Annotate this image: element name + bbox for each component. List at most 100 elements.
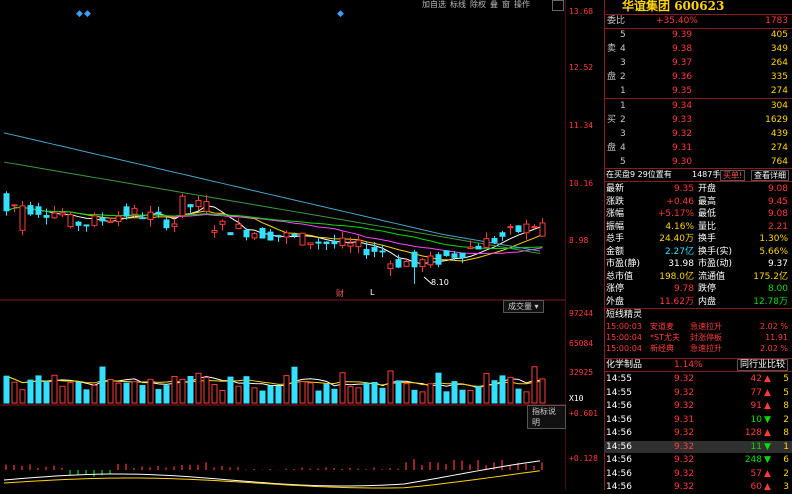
volume-bar	[139, 384, 146, 404]
volume-bar	[155, 389, 162, 404]
volume-bar	[467, 389, 474, 404]
commission-ratio: +35.40%	[656, 16, 698, 26]
sector-change: 1.14%	[674, 360, 703, 370]
tick-volume: 91	[750, 401, 762, 411]
candle-body	[443, 250, 450, 257]
candle-body	[507, 226, 514, 229]
kline-chart-area[interactable]: ◆ ◆ ◆ 加自选 标线 除权叠窗操作 8.10 财 L 成交量 ▾ 指标说明 13…	[0, 0, 604, 490]
volume-axis-label: 32925	[569, 368, 594, 377]
quote-label: 振幅	[606, 221, 625, 232]
tick-row: 14:56 9.32 60 ▲ 3	[604, 481, 792, 493]
event-diamond-icon[interactable]: ◆	[76, 9, 83, 19]
arrow-up-icon: ▲	[764, 401, 771, 411]
volume-bar	[299, 381, 306, 404]
volume-bar	[323, 383, 330, 404]
toolbar-drawline[interactable]: 标线	[450, 0, 466, 9]
orderbook-buy-row[interactable]: 3 9.32 439	[604, 128, 792, 140]
orderbook-buy-row[interactable]: 5 9.30 764	[604, 156, 792, 168]
candle-body	[155, 211, 162, 214]
candle-body	[515, 225, 522, 233]
buy-info-qty: 1487手	[692, 170, 721, 179]
volume-bar	[451, 381, 458, 404]
tick-price: 9.31	[674, 414, 695, 425]
candle-body	[307, 242, 314, 246]
quote-row: 涨幅 +5.17% 最低 9.08	[604, 208, 792, 220]
commission-diff: 1783	[765, 16, 788, 26]
candle-body	[395, 259, 402, 268]
stock-header: 华谊集团 600623	[604, 0, 792, 13]
sell-volume: 405	[770, 30, 788, 40]
orderbook-buy-row[interactable]: 盘 4 9.31 274	[604, 142, 792, 154]
toolbar-menu-button[interactable]	[552, 0, 564, 11]
volume-bar	[3, 375, 10, 404]
orderbook-buy-row[interactable]: 1 9.34 304	[604, 100, 792, 112]
tick-count: 5	[783, 387, 789, 398]
buy-order-button[interactable]: 买单!	[720, 170, 746, 181]
orderbook-sell-row[interactable]: 3 9.37 264	[604, 57, 792, 69]
arrow-up-icon: ▲	[764, 468, 771, 479]
quote-row: 外盘 11.62万 内盘 12.78万	[604, 296, 792, 308]
candle-body	[75, 221, 82, 226]
quote-label: 总市值	[606, 271, 634, 282]
candle-body	[467, 246, 474, 249]
quote-value: 1.30%	[759, 234, 788, 244]
orderbook-sell-row[interactable]: 盘 2 9.36 335	[604, 71, 792, 83]
event-diamond-icon[interactable]: ◆	[337, 9, 344, 19]
quote-label: 流通值	[698, 271, 726, 282]
compare-industry-button[interactable]: 同行业比较	[736, 359, 788, 371]
toolbar-window[interactable]: 窗	[502, 0, 510, 9]
toolbar-add-watch[interactable]: 加自选	[422, 0, 446, 9]
volume-bar	[27, 379, 34, 404]
quote-label: 市盈(静)	[606, 259, 641, 269]
tick-row: 14:55 9.32 77 ▲ 5	[604, 387, 792, 399]
quote-value: 31.98	[668, 259, 694, 269]
volume-bar	[283, 375, 290, 404]
volume-bar	[427, 383, 434, 404]
volume-bar	[531, 366, 538, 404]
elves-title[interactable]: 短线精灵	[606, 309, 642, 321]
tick-count: 8	[783, 428, 789, 438]
quote-label: 跌停	[698, 284, 717, 294]
sector-name[interactable]: 化学制品	[606, 359, 642, 371]
tick-time: 14:56	[606, 441, 632, 452]
arrow-down-icon: ▼	[764, 441, 771, 452]
elves-row[interactable]: 15:00:04 新经典 急速拉升 2.02 %	[604, 343, 792, 355]
indicator-help-button[interactable]: 指标说明	[527, 405, 566, 429]
elves-signal: 急速拉升	[690, 344, 722, 353]
tick-count: 1	[783, 441, 789, 452]
tick-price: 9.32	[674, 468, 695, 479]
kline-chart-svg[interactable]: ◆ ◆ ◆	[0, 0, 604, 490]
tick-row: 14:55 9.32 42 ▲ 5	[604, 373, 792, 385]
orderbook-sell-row[interactable]: 1 9.35 274	[604, 85, 792, 97]
event-tag-l[interactable]: L	[370, 288, 374, 297]
quote-label: 市盈(动)	[698, 259, 733, 269]
candle-body	[83, 224, 90, 227]
sell-price: 9.36	[672, 72, 693, 82]
toolbar-operate[interactable]: 操作	[514, 0, 530, 9]
candle-body	[427, 255, 434, 266]
quote-panel: 华谊集团 600623 委比 +35.40% 1783 5 9.39 405 卖49…	[604, 0, 792, 493]
toolbar-exright[interactable]: 除权	[470, 0, 486, 9]
sell-price: 9.39	[672, 30, 693, 40]
event-diamond-icon[interactable]: ◆	[84, 9, 91, 19]
orderbook-buy-row[interactable]: 买 2 9.33 1629	[604, 114, 792, 126]
candle-body	[483, 238, 490, 248]
volume-bar	[539, 378, 546, 404]
buy-volume: 764	[770, 157, 788, 167]
volume-bar	[363, 382, 370, 404]
orderbook-sell-row[interactable]: 5 9.39 405	[604, 29, 792, 41]
candle-body	[387, 263, 394, 270]
candle-body	[435, 254, 442, 265]
event-tag-r[interactable]: 财	[336, 288, 344, 299]
toolbar-overlay[interactable]: 叠	[490, 0, 498, 9]
quote-row: 振幅 4.16% 量比 2.21	[604, 221, 792, 233]
volume-indicator-button[interactable]: 成交量 ▾	[503, 300, 544, 313]
view-detail-button[interactable]: 查看详细	[751, 170, 789, 181]
candle-body	[347, 242, 354, 247]
elves-header: 短线精灵	[604, 309, 792, 321]
tick-count: 6	[783, 455, 789, 465]
quote-value: 5.66%	[759, 246, 788, 257]
orderbook-sell-row[interactable]: 卖 4 9.38 349	[604, 43, 792, 55]
tick-row: 14:56 9.31 10 ▼ 2	[604, 414, 792, 426]
volume-bar	[19, 389, 26, 404]
